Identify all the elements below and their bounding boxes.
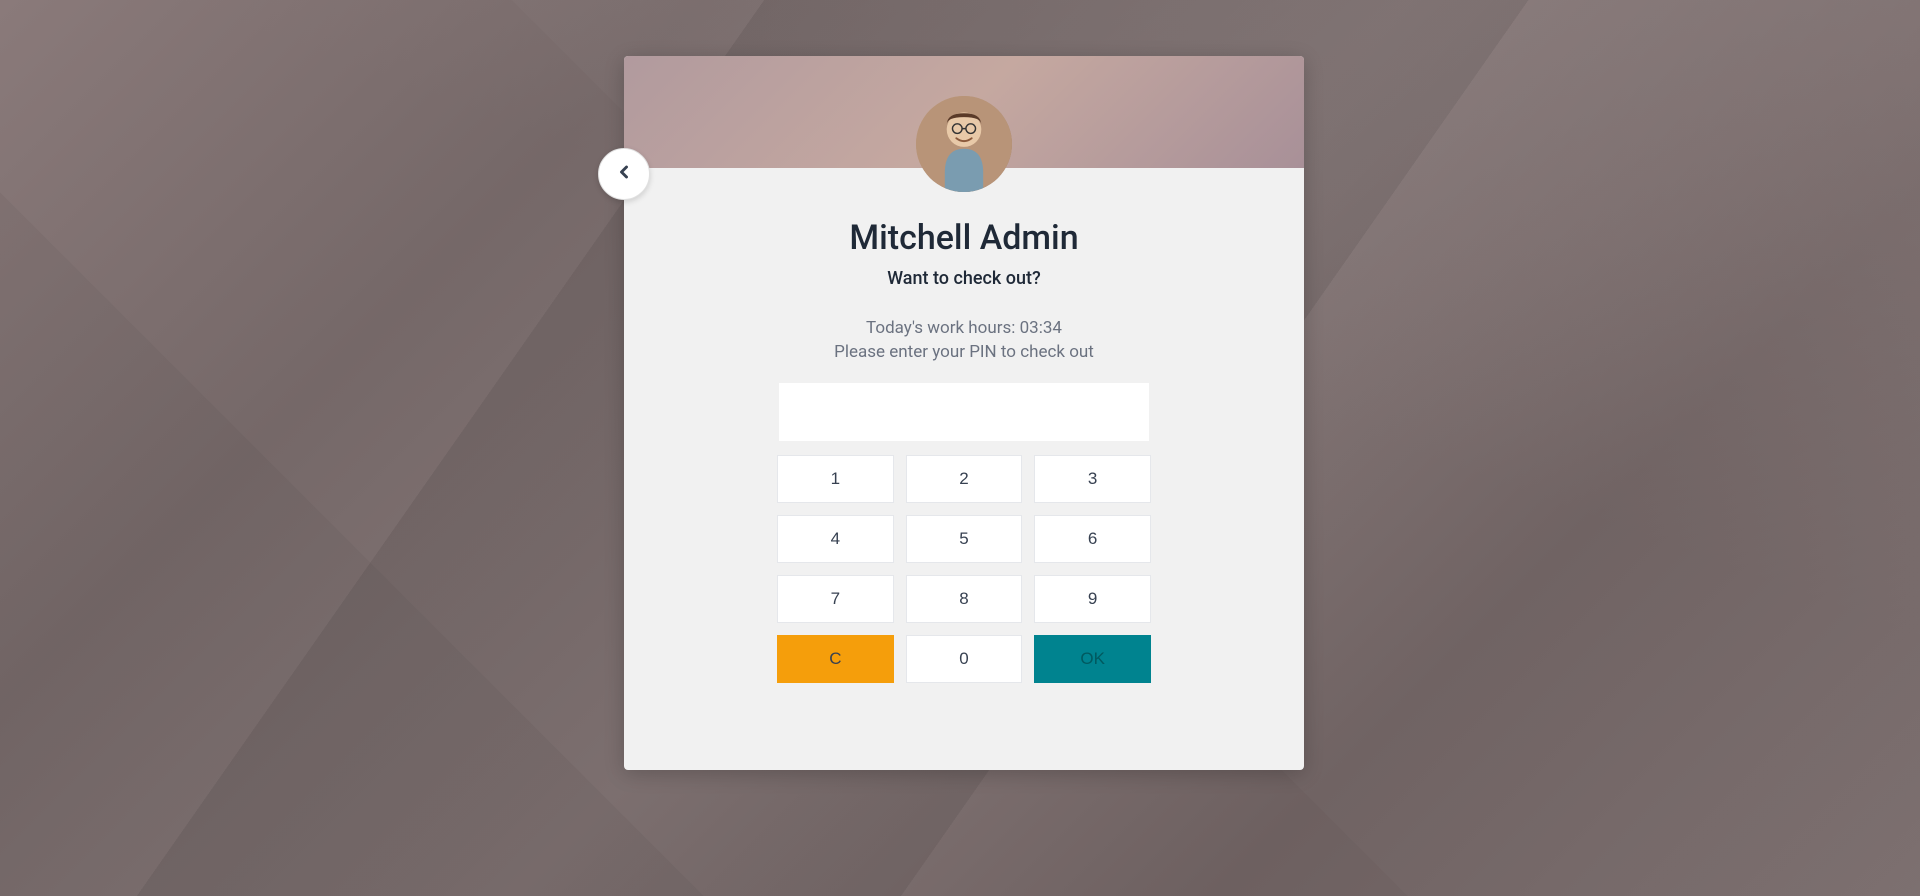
- keypad-6[interactable]: 6: [1034, 515, 1151, 563]
- user-name: Mitchell Admin: [624, 218, 1304, 258]
- keypad-0[interactable]: 0: [906, 635, 1023, 683]
- pin-instruction: Please enter your PIN to check out: [624, 341, 1304, 365]
- keypad-ok[interactable]: OK: [1034, 635, 1151, 683]
- keypad-4[interactable]: 4: [777, 515, 894, 563]
- chevron-left-icon: [614, 162, 634, 186]
- checkout-question: Want to check out?: [624, 268, 1304, 289]
- keypad-1[interactable]: 1: [777, 455, 894, 503]
- avatar: [916, 96, 1012, 192]
- keypad-2[interactable]: 2: [906, 455, 1023, 503]
- keypad-9[interactable]: 9: [1034, 575, 1151, 623]
- keypad: 1 2 3 4 5 6 7 8 9 C 0 OK: [777, 455, 1151, 683]
- keypad-5[interactable]: 5: [906, 515, 1023, 563]
- keypad-7[interactable]: 7: [777, 575, 894, 623]
- work-hours-line: Today's work hours: 03:34: [624, 317, 1304, 341]
- back-button[interactable]: [598, 148, 650, 200]
- checkout-card: Mitchell Admin Want to check out? Today'…: [624, 56, 1304, 770]
- keypad-8[interactable]: 8: [906, 575, 1023, 623]
- card-content: Mitchell Admin Want to check out? Today'…: [624, 168, 1304, 683]
- avatar-image: [916, 96, 1012, 192]
- keypad-3[interactable]: 3: [1034, 455, 1151, 503]
- pin-input[interactable]: [779, 383, 1149, 441]
- keypad-clear[interactable]: C: [777, 635, 894, 683]
